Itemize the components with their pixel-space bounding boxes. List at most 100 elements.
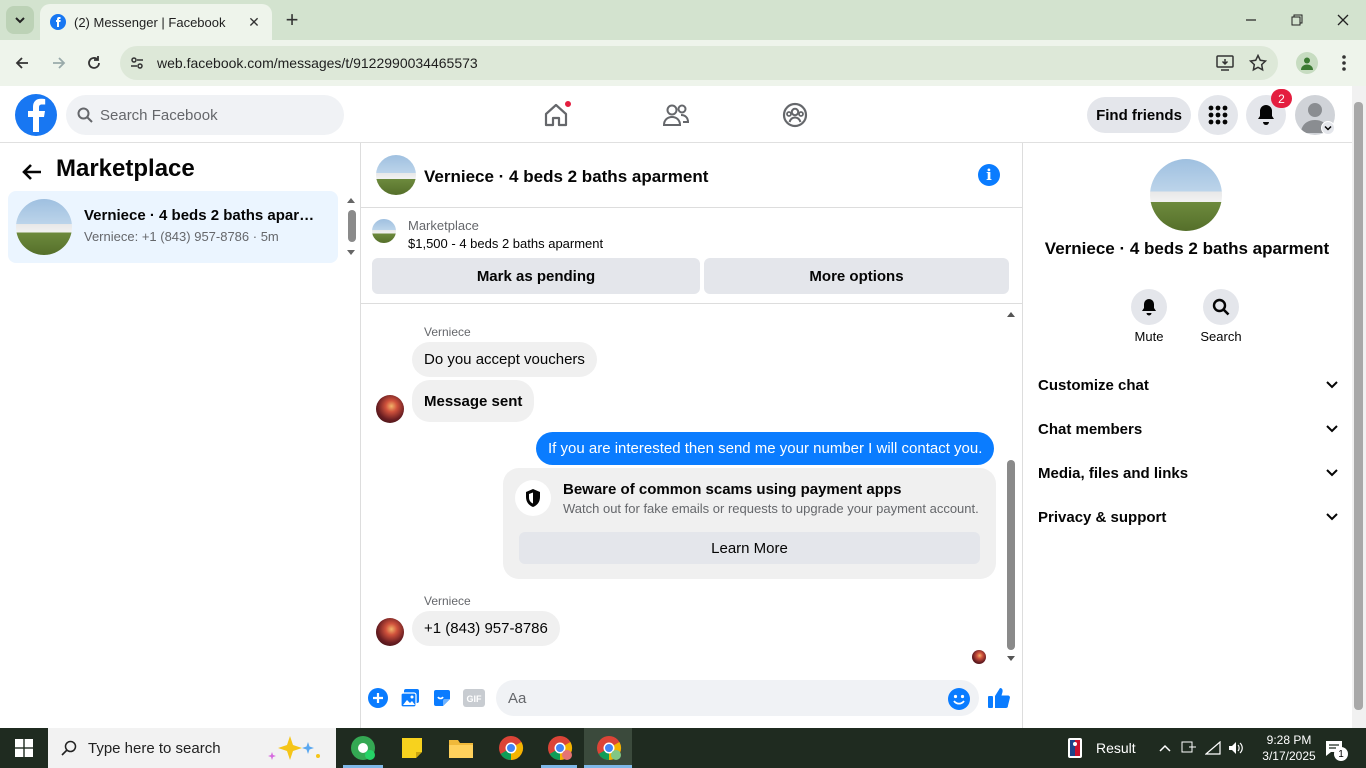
tab-search-button[interactable]: [6, 6, 34, 34]
action-center-count-badge: 1: [1334, 747, 1348, 761]
listing-price-title[interactable]: $1,500 - 4 beds 2 baths aparment: [408, 236, 603, 251]
nba-logo-icon[interactable]: [1068, 738, 1082, 758]
new-tab-plus-icon[interactable]: +: [280, 7, 304, 32]
outgoing-message-bubble[interactable]: If you are interested then send me your …: [536, 432, 995, 465]
clock-date: 3/17/2025: [1262, 749, 1316, 763]
chat-members-section[interactable]: Chat members: [1038, 417, 1338, 441]
plus-circle-icon[interactable]: [367, 687, 389, 709]
bookmark-star-icon[interactable]: [1247, 52, 1269, 74]
chrome-icon[interactable]: [497, 734, 525, 762]
groups-icon[interactable]: [777, 98, 813, 132]
chevron-down-icon: [1326, 469, 1338, 477]
message-sender-name: Verniece: [424, 594, 471, 608]
conversation-name: Verniece · 4 beds 2 baths aparm...: [84, 207, 324, 224]
taskbar-clock[interactable]: 9:28 PM 3/17/2025: [1258, 732, 1320, 764]
close-window-icon[interactable]: [1320, 6, 1366, 34]
sticker-icon[interactable]: [431, 687, 453, 709]
back-arrow-icon[interactable]: [18, 158, 46, 186]
install-app-icon[interactable]: [1214, 52, 1236, 74]
search-in-chat-icon[interactable]: [1203, 289, 1239, 325]
shield-icon: [515, 480, 551, 516]
chat-scrollbar-thumb[interactable]: [1007, 460, 1015, 650]
sender-avatar[interactable]: [376, 395, 404, 423]
search-label: Search: [1200, 329, 1242, 344]
chat-title[interactable]: Verniece · 4 beds 2 baths aparment: [424, 167, 708, 187]
message-input[interactable]: [508, 688, 928, 708]
scam-warning-title: Beware of common scams using payment app…: [563, 481, 902, 498]
reload-icon[interactable]: [80, 49, 108, 77]
scam-warning-body: Watch out for fake emails or requests to…: [563, 501, 979, 516]
svg-text:GIF: GIF: [467, 694, 483, 704]
listing-house-thumbnail: [16, 199, 72, 255]
conversation-list-scrollbar-thumb[interactable]: [348, 210, 356, 242]
facebook-favicon-icon: [50, 14, 66, 30]
incoming-message-bubble[interactable]: Do you accept vouchers: [412, 342, 597, 377]
scroll-down-arrow-icon[interactable]: [346, 248, 356, 258]
friends-icon[interactable]: [658, 98, 694, 132]
marketplace-label: Marketplace: [408, 218, 479, 233]
tab-title: (2) Messenger | Facebook: [74, 14, 226, 30]
restore-icon[interactable]: [1274, 6, 1320, 34]
tray-chevron-up-icon[interactable]: [1157, 740, 1173, 756]
facebook-logo-icon[interactable]: [15, 94, 57, 136]
facebook-search-input[interactable]: [100, 105, 330, 125]
search-icon: [76, 106, 94, 124]
sticky-notes-icon[interactable]: [398, 734, 426, 762]
incoming-message-bubble[interactable]: +1 (843) 957-8786: [412, 611, 560, 646]
find-friends-button[interactable]: Find friends: [1087, 97, 1191, 133]
scroll-up-arrow-icon[interactable]: [346, 195, 356, 205]
menu-grid-icon[interactable]: [1198, 95, 1238, 135]
chrome-active-window-icon[interactable]: [595, 734, 623, 762]
forward-arrow-icon[interactable]: [45, 49, 73, 77]
chevron-down-icon: [1326, 513, 1338, 521]
media-files-links-section[interactable]: Media, files and links: [1038, 461, 1338, 485]
site-info-icon[interactable]: [128, 54, 146, 72]
message-sender-name: Verniece: [424, 325, 471, 339]
sender-avatar[interactable]: [376, 618, 404, 646]
mark-as-pending-button[interactable]: Mark as pending: [372, 258, 700, 294]
chrome-profile-icon[interactable]: [546, 734, 574, 762]
marketplace-title: Marketplace: [56, 155, 195, 182]
learn-more-button[interactable]: Learn More: [519, 532, 980, 564]
menu-kebab-icon[interactable]: [1334, 52, 1354, 74]
info-icon[interactable]: i: [978, 164, 1000, 186]
listing-mini-thumbnail: [372, 219, 396, 243]
divider: [361, 303, 1022, 304]
page-scrollbar-thumb[interactable]: [1354, 102, 1363, 710]
windows-start-icon[interactable]: [0, 728, 48, 768]
chat-scroll-up-arrow-icon[interactable]: [1006, 309, 1016, 319]
minimize-icon[interactable]: [1228, 6, 1274, 34]
more-options-button[interactable]: More options: [704, 258, 1009, 294]
emoji-icon[interactable]: [948, 688, 970, 710]
privacy-support-section[interactable]: Privacy & support: [1038, 505, 1338, 529]
url-text[interactable]: web.facebook.com/messages/t/912299003446…: [157, 55, 478, 71]
sparkle-widget-icon[interactable]: [264, 734, 324, 762]
incoming-message-bubble[interactable]: Message sent: [412, 380, 535, 422]
clock-time: 9:28 PM: [1266, 733, 1312, 747]
details-listing-thumbnail: [1150, 159, 1222, 231]
section-label: Privacy & support: [1038, 508, 1167, 526]
account-chevron-down-icon[interactable]: [1321, 121, 1335, 135]
mute-label: Mute: [1134, 329, 1164, 344]
language-input-icon[interactable]: [1181, 740, 1197, 756]
customize-chat-section[interactable]: Customize chat: [1038, 373, 1338, 397]
profile-icon[interactable]: [1296, 52, 1318, 74]
photo-gallery-icon[interactable]: [399, 687, 421, 709]
gif-icon[interactable]: GIF: [463, 687, 485, 709]
volume-icon[interactable]: [1228, 740, 1244, 756]
chat-scroll-down-arrow-icon[interactable]: [1006, 654, 1016, 664]
tab-close-icon[interactable]: ✕: [246, 14, 262, 30]
notification-count-badge: 2: [1271, 89, 1292, 108]
back-arrow-icon[interactable]: [8, 49, 36, 77]
file-explorer-icon[interactable]: [447, 734, 475, 762]
browser-tab[interactable]: (2) Messenger | Facebook ✕: [40, 4, 272, 40]
chevron-down-icon: [1326, 381, 1338, 389]
mute-bell-icon[interactable]: [1131, 289, 1167, 325]
home-notification-dot: [563, 99, 573, 109]
news-widget-label[interactable]: Result: [1096, 740, 1136, 756]
thumbs-up-like-icon[interactable]: [987, 686, 1011, 710]
network-icon[interactable]: [1205, 740, 1221, 756]
chrome-whatsapp-app-icon[interactable]: [349, 734, 377, 762]
taskbar-search-icon: [60, 739, 78, 757]
section-label: Chat members: [1038, 420, 1143, 438]
